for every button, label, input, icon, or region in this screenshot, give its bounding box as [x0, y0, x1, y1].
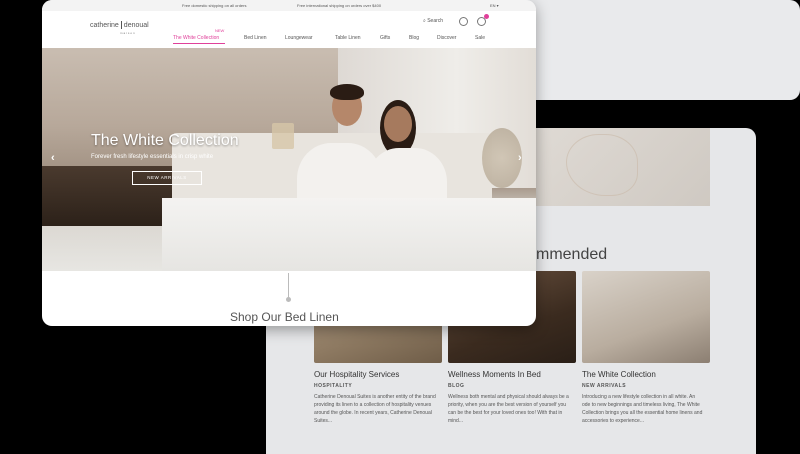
nav-bed-linen[interactable]: Bed Linen: [244, 35, 267, 41]
nav-gifts[interactable]: Gifts: [380, 35, 390, 41]
rec-category-1: HOSPITALITY: [314, 383, 353, 389]
new-badge: NEW: [215, 28, 225, 33]
hero-banner[interactable]: The White Collection Forever fresh lifes…: [42, 48, 536, 271]
language-select[interactable]: EN ▾: [490, 3, 499, 8]
scroll-indicator-line: [288, 273, 289, 299]
search-icon: ⌕: [423, 18, 426, 24]
main-header: catherine denoual maison NEW The White Co…: [42, 11, 536, 47]
nav-white-collection[interactable]: The White Collection: [173, 35, 219, 41]
rec-category-2: BLOG: [448, 383, 465, 389]
hero-plant: [482, 128, 522, 188]
hero-subtitle: Forever fresh lifestyle essentials in cr…: [91, 154, 214, 160]
hero-title: The White Collection: [91, 132, 239, 149]
man-hair: [330, 84, 364, 100]
white-collection-image[interactable]: [582, 271, 710, 363]
active-nav-underline: [173, 43, 225, 44]
promo-international: Free international shipping on orders ov…: [297, 3, 382, 8]
woman-head: [384, 106, 412, 142]
nav-loungewear[interactable]: Loungewear: [285, 35, 313, 41]
brand-logo[interactable]: catherine denoual: [90, 21, 149, 29]
nav-blog[interactable]: Blog: [409, 35, 419, 41]
rec-category-3: NEW ARRIVALS: [582, 383, 627, 389]
promo-bar: Free domestic shipping on all orders Fre…: [42, 0, 536, 11]
rec-desc-1: Catherine Denoual Suites is another enti…: [314, 394, 436, 424]
rec-title-1[interactable]: Our Hospitality Services: [314, 370, 399, 379]
new-arrivals-button[interactable]: NEW ARRIVALS: [132, 171, 202, 185]
recommended-heading: mmended: [536, 246, 608, 263]
chevron-left-icon[interactable]: ‹: [51, 152, 55, 164]
hero-lamp: [272, 123, 294, 149]
chevron-right-icon[interactable]: ›: [518, 152, 522, 164]
search-button[interactable]: ⌕ Search: [423, 18, 443, 24]
rec-title-2[interactable]: Wellness Moments In Bed: [448, 370, 541, 379]
embroidery-motif: [566, 134, 638, 196]
shop-bed-linen-heading: Shop Our Bed Linen: [230, 310, 339, 324]
hero-bed: [162, 198, 536, 271]
rec-desc-2: Wellness both mental and physical should…: [448, 394, 569, 424]
nav-discover[interactable]: Discover: [437, 35, 456, 41]
scroll-indicator-dot: [286, 297, 291, 302]
rec-desc-3: Introducing a new lifestyle collection i…: [582, 394, 703, 424]
background-page-card: [518, 0, 800, 100]
homepage-card: Free domestic shipping on all orders Fre…: [42, 0, 536, 326]
promo-domestic: Free domestic shipping on all orders: [182, 3, 247, 8]
brand-logo-sub: maison: [120, 31, 136, 35]
nav-sale[interactable]: Sale: [475, 35, 485, 41]
rec-title-3[interactable]: The White Collection: [582, 370, 656, 379]
account-icon[interactable]: [459, 17, 468, 26]
nav-table-linen[interactable]: Table Linen: [335, 35, 361, 41]
cart-count-badge: [484, 14, 489, 19]
